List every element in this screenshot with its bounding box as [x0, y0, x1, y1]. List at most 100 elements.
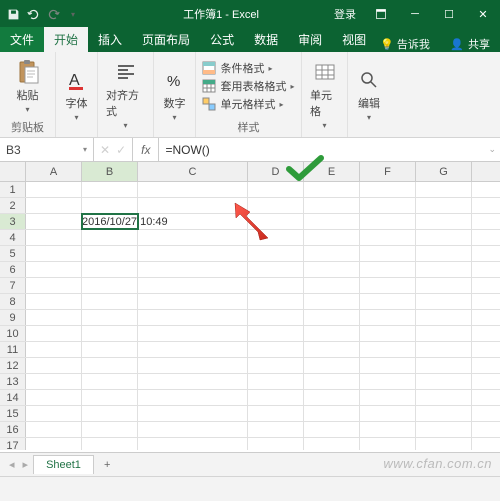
cell[interactable]: [82, 326, 138, 341]
row-header[interactable]: 11: [0, 342, 26, 357]
cell[interactable]: [138, 406, 248, 421]
cell[interactable]: [138, 182, 248, 197]
font-button[interactable]: A 字体▾: [62, 67, 92, 122]
cell[interactable]: [138, 294, 248, 309]
col-header-f[interactable]: F: [360, 162, 416, 181]
cell[interactable]: [26, 310, 82, 325]
tab-view[interactable]: 视图: [332, 27, 376, 52]
select-all-corner[interactable]: [0, 162, 26, 181]
cell[interactable]: [360, 422, 416, 437]
cell[interactable]: [416, 374, 472, 389]
col-header-a[interactable]: A: [26, 162, 82, 181]
tell-me[interactable]: 💡告诉我: [380, 36, 430, 52]
cell[interactable]: [26, 326, 82, 341]
cell[interactable]: [360, 198, 416, 213]
cell[interactable]: [304, 246, 360, 261]
row-header[interactable]: 9: [0, 310, 26, 325]
formula-bar[interactable]: =NOW() ⌄: [159, 138, 500, 161]
cell[interactable]: [304, 230, 360, 245]
cell[interactable]: [26, 406, 82, 421]
row-header[interactable]: 1: [0, 182, 26, 197]
cell[interactable]: [26, 198, 82, 213]
cell[interactable]: [248, 374, 304, 389]
cell[interactable]: [26, 374, 82, 389]
cell[interactable]: [26, 358, 82, 373]
cell[interactable]: [416, 326, 472, 341]
alignment-button[interactable]: 对齐方式▾: [104, 59, 147, 130]
cell[interactable]: [360, 374, 416, 389]
cell[interactable]: [248, 278, 304, 293]
cell[interactable]: [82, 198, 138, 213]
cell[interactable]: [248, 438, 304, 450]
row-header[interactable]: 3: [0, 214, 26, 229]
row-header[interactable]: 14: [0, 390, 26, 405]
cell[interactable]: [304, 326, 360, 341]
cell[interactable]: [416, 198, 472, 213]
cell[interactable]: [248, 422, 304, 437]
cell[interactable]: [360, 182, 416, 197]
save-icon[interactable]: [6, 7, 20, 21]
cell[interactable]: [82, 294, 138, 309]
cell[interactable]: [304, 214, 360, 229]
tab-home[interactable]: 开始: [44, 27, 88, 52]
cell[interactable]: [416, 214, 472, 229]
cell[interactable]: [138, 422, 248, 437]
cell[interactable]: [248, 310, 304, 325]
cell[interactable]: [360, 230, 416, 245]
tab-data[interactable]: 数据: [244, 27, 288, 52]
cell[interactable]: [26, 422, 82, 437]
tab-page-layout[interactable]: 页面布局: [132, 27, 200, 52]
cell[interactable]: [304, 342, 360, 357]
cell[interactable]: [82, 182, 138, 197]
cell[interactable]: [248, 326, 304, 341]
col-header-c[interactable]: C: [138, 162, 248, 181]
cell[interactable]: [138, 374, 248, 389]
cell[interactable]: [138, 326, 248, 341]
cell[interactable]: [304, 262, 360, 277]
cell[interactable]: [82, 422, 138, 437]
cell[interactable]: 2016/10/27 10:49: [82, 214, 138, 229]
cell[interactable]: [360, 294, 416, 309]
cell[interactable]: [304, 374, 360, 389]
cell[interactable]: [26, 390, 82, 405]
cell[interactable]: [360, 342, 416, 357]
cell[interactable]: [416, 390, 472, 405]
cell[interactable]: [26, 262, 82, 277]
row-header[interactable]: 10: [0, 326, 26, 341]
cell[interactable]: [360, 214, 416, 229]
cell[interactable]: [416, 358, 472, 373]
window-settings-icon[interactable]: [364, 0, 398, 28]
cell[interactable]: [248, 390, 304, 405]
cell[interactable]: [82, 230, 138, 245]
cell[interactable]: [360, 262, 416, 277]
cell[interactable]: [26, 182, 82, 197]
cell[interactable]: [360, 438, 416, 450]
qat-dropdown-icon[interactable]: ▾: [66, 7, 80, 21]
cell[interactable]: [304, 278, 360, 293]
cell[interactable]: [138, 262, 248, 277]
cell[interactable]: [82, 406, 138, 421]
name-box[interactable]: B3 ▾: [0, 138, 94, 161]
cell[interactable]: [416, 294, 472, 309]
chevron-down-icon[interactable]: ▾: [83, 145, 87, 154]
cell[interactable]: [82, 374, 138, 389]
cell[interactable]: [304, 310, 360, 325]
cell[interactable]: [138, 438, 248, 450]
row-header[interactable]: 5: [0, 246, 26, 261]
paste-button[interactable]: 粘贴 ▾: [13, 59, 43, 114]
editing-button[interactable]: 编辑▾: [354, 67, 384, 122]
tab-insert[interactable]: 插入: [88, 27, 132, 52]
sheet-nav-prev-icon[interactable]: ◂: [6, 458, 18, 471]
cell[interactable]: [26, 294, 82, 309]
cell[interactable]: [416, 438, 472, 450]
cell[interactable]: [26, 438, 82, 450]
row-header[interactable]: 16: [0, 422, 26, 437]
sheet-tab-1[interactable]: Sheet1: [33, 455, 94, 474]
row-header[interactable]: 6: [0, 262, 26, 277]
cell[interactable]: [26, 278, 82, 293]
cell[interactable]: [138, 310, 248, 325]
cell[interactable]: [304, 198, 360, 213]
cell[interactable]: [248, 262, 304, 277]
cell[interactable]: [304, 390, 360, 405]
cell[interactable]: [416, 246, 472, 261]
